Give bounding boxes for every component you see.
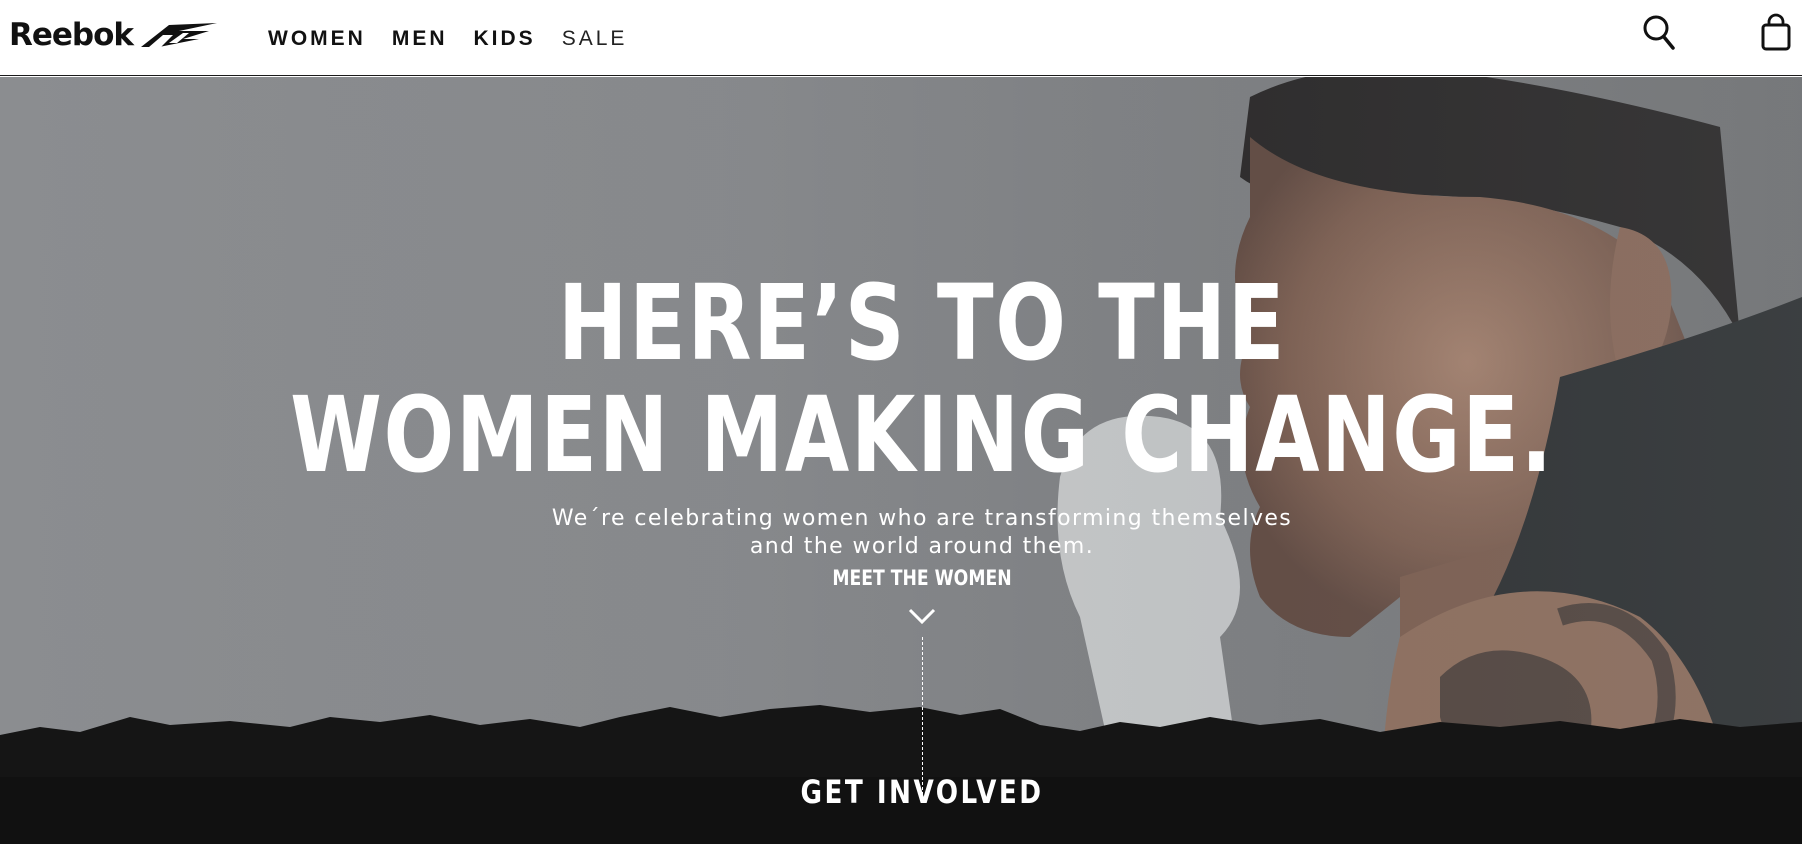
- hero-section: HERE’S TO THE WOMEN MAKING CHANGE. We´re…: [0, 77, 1802, 844]
- hero-subtext: We´re celebrating women who are transfor…: [551, 506, 1293, 559]
- chevron-down-icon[interactable]: [908, 607, 936, 625]
- nav-women[interactable]: WOMEN: [268, 26, 366, 52]
- meet-the-women-link[interactable]: MEET THE WOMEN: [166, 566, 1678, 590]
- headline-line-2: WOMEN MAKING CHANGE.: [290, 374, 1554, 496]
- main-nav: WOMEN MEN KIDS SALE: [268, 26, 627, 52]
- shopping-bag-icon: [1761, 13, 1791, 51]
- hero-headline: HERE’S TO THE WOMEN MAKING CHANGE.: [184, 267, 1659, 491]
- scroll-dashed-line: [922, 637, 923, 795]
- headline-line-1: HERE’S TO THE: [557, 262, 1287, 384]
- get-involved-link[interactable]: GET INVOLVED: [166, 773, 1678, 811]
- search-icon: [1643, 15, 1675, 50]
- logo-wordmark: Reebok: [9, 17, 134, 53]
- reebok-logo[interactable]: Reebok: [9, 18, 219, 52]
- nav-kids[interactable]: KIDS: [474, 26, 536, 52]
- nav-sale[interactable]: SALE: [562, 26, 628, 52]
- nav-men[interactable]: MEN: [392, 26, 448, 52]
- search-button[interactable]: [1641, 12, 1677, 52]
- site-header: Reebok WOMEN MEN KIDS SALE: [0, 0, 1802, 76]
- reebok-vector-icon: [141, 23, 218, 47]
- shopping-bag-button[interactable]: [1758, 12, 1794, 52]
